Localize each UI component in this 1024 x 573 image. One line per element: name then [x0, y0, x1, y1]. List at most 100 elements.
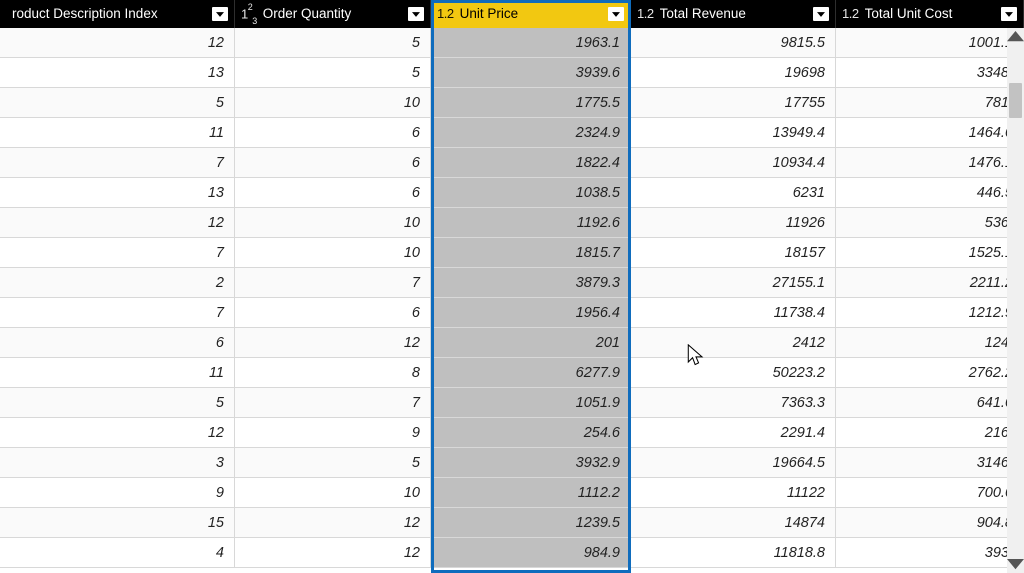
- cell[interactable]: 2324.9: [431, 118, 631, 148]
- cell[interactable]: 2211.2: [836, 268, 1024, 298]
- table-row[interactable]: 6122012412124.: [0, 328, 1024, 358]
- cell[interactable]: 6: [235, 118, 431, 148]
- table-row[interactable]: 15121239.514874904.8: [0, 508, 1024, 538]
- table-row[interactable]: 1353939.6196983348.: [0, 58, 1024, 88]
- cell[interactable]: 3146.: [836, 448, 1024, 478]
- cell[interactable]: 1192.6: [431, 208, 631, 238]
- cell[interactable]: 1212.9: [836, 298, 1024, 328]
- cell[interactable]: 18157: [631, 238, 836, 268]
- cell[interactable]: 984.9: [431, 538, 631, 568]
- chevron-down-icon[interactable]: [608, 7, 624, 21]
- cell[interactable]: 13949.4: [631, 118, 836, 148]
- chevron-down-icon[interactable]: [813, 7, 829, 21]
- cell[interactable]: 11818.8: [631, 538, 836, 568]
- cell[interactable]: 5: [0, 388, 235, 418]
- cell[interactable]: 4: [0, 538, 235, 568]
- column-header-3[interactable]: 1.2Total Revenue: [631, 0, 836, 28]
- cell[interactable]: 10: [235, 238, 431, 268]
- cell[interactable]: 1476.1: [836, 148, 1024, 178]
- cell[interactable]: 641.6: [836, 388, 1024, 418]
- cell[interactable]: 13: [0, 178, 235, 208]
- cell[interactable]: 1822.4: [431, 148, 631, 178]
- cell[interactable]: 781.: [836, 88, 1024, 118]
- cell[interactable]: 11926: [631, 208, 836, 238]
- cell[interactable]: 8: [235, 358, 431, 388]
- cell[interactable]: 12: [0, 208, 235, 238]
- cell[interactable]: 5: [235, 448, 431, 478]
- cell[interactable]: 7: [235, 388, 431, 418]
- cell[interactable]: 50223.2: [631, 358, 836, 388]
- table-row[interactable]: 412984.911818.8393.: [0, 538, 1024, 568]
- cell[interactable]: 2291.4: [631, 418, 836, 448]
- cell[interactable]: 15: [0, 508, 235, 538]
- cell[interactable]: 7363.3: [631, 388, 836, 418]
- cell[interactable]: 1112.2: [431, 478, 631, 508]
- cell[interactable]: 12: [0, 28, 235, 58]
- column-header-0[interactable]: roduct Description Index: [0, 0, 235, 28]
- cell[interactable]: 1051.9: [431, 388, 631, 418]
- table-row[interactable]: 353932.919664.53146.: [0, 448, 1024, 478]
- vertical-scrollbar[interactable]: [1007, 28, 1024, 573]
- cell[interactable]: 3348.: [836, 58, 1024, 88]
- table-row[interactable]: 761822.410934.41476.1: [0, 148, 1024, 178]
- cell[interactable]: 7: [0, 298, 235, 328]
- table-row[interactable]: 1162324.913949.41464.6: [0, 118, 1024, 148]
- chevron-down-icon[interactable]: [408, 7, 424, 21]
- cell[interactable]: 10934.4: [631, 148, 836, 178]
- cell[interactable]: 27155.1: [631, 268, 836, 298]
- cell[interactable]: 904.8: [836, 508, 1024, 538]
- cell[interactable]: 1815.7: [431, 238, 631, 268]
- cell[interactable]: 9: [0, 478, 235, 508]
- cell[interactable]: 11738.4: [631, 298, 836, 328]
- cell[interactable]: 6: [235, 148, 431, 178]
- cell[interactable]: 1239.5: [431, 508, 631, 538]
- table-row[interactable]: 7101815.7181571525.1: [0, 238, 1024, 268]
- cell[interactable]: 5: [235, 28, 431, 58]
- cell[interactable]: 216.: [836, 418, 1024, 448]
- cell[interactable]: 201: [431, 328, 631, 358]
- cell[interactable]: 3879.3: [431, 268, 631, 298]
- table-row[interactable]: 129254.62291.4216.: [0, 418, 1024, 448]
- table-row[interactable]: 1186277.950223.22762.2: [0, 358, 1024, 388]
- cell[interactable]: 6: [235, 178, 431, 208]
- table-row[interactable]: 761956.411738.41212.9: [0, 298, 1024, 328]
- table-row[interactable]: 1251963.19815.51001.1: [0, 28, 1024, 58]
- cell[interactable]: 1001.1: [836, 28, 1024, 58]
- cell[interactable]: 12: [235, 538, 431, 568]
- column-header-2[interactable]: 1.2Unit Price: [431, 0, 631, 28]
- cell[interactable]: 700.6: [836, 478, 1024, 508]
- cell[interactable]: 6231: [631, 178, 836, 208]
- cell[interactable]: 446.5: [836, 178, 1024, 208]
- cell[interactable]: 393.: [836, 538, 1024, 568]
- cell[interactable]: 12: [235, 508, 431, 538]
- cell[interactable]: 6: [235, 298, 431, 328]
- cell[interactable]: 1464.6: [836, 118, 1024, 148]
- chevron-down-icon[interactable]: [212, 7, 228, 21]
- cell[interactable]: 6: [0, 328, 235, 358]
- cell[interactable]: 6277.9: [431, 358, 631, 388]
- cell[interactable]: 7: [0, 148, 235, 178]
- table-row[interactable]: 273879.327155.12211.2: [0, 268, 1024, 298]
- cell[interactable]: 124.: [836, 328, 1024, 358]
- cell[interactable]: 10: [235, 478, 431, 508]
- column-header-4[interactable]: 1.2Total Unit Cost: [836, 0, 1024, 28]
- cell[interactable]: 3932.9: [431, 448, 631, 478]
- cell[interactable]: 2: [0, 268, 235, 298]
- table-row[interactable]: 9101112.211122700.6: [0, 478, 1024, 508]
- cell[interactable]: 254.6: [431, 418, 631, 448]
- scroll-thumb[interactable]: [1009, 83, 1022, 118]
- cell[interactable]: 9815.5: [631, 28, 836, 58]
- cell[interactable]: 5: [235, 58, 431, 88]
- cell[interactable]: 1525.1: [836, 238, 1024, 268]
- cell[interactable]: 11122: [631, 478, 836, 508]
- cell[interactable]: 17755: [631, 88, 836, 118]
- cell[interactable]: 2762.2: [836, 358, 1024, 388]
- cell[interactable]: 10: [235, 208, 431, 238]
- table-row[interactable]: 12101192.611926536.: [0, 208, 1024, 238]
- cell[interactable]: 7: [0, 238, 235, 268]
- cell[interactable]: 1038.5: [431, 178, 631, 208]
- cell[interactable]: 7: [235, 268, 431, 298]
- cell[interactable]: 1775.5: [431, 88, 631, 118]
- chevron-down-icon[interactable]: [1001, 7, 1017, 21]
- cell[interactable]: 536.: [836, 208, 1024, 238]
